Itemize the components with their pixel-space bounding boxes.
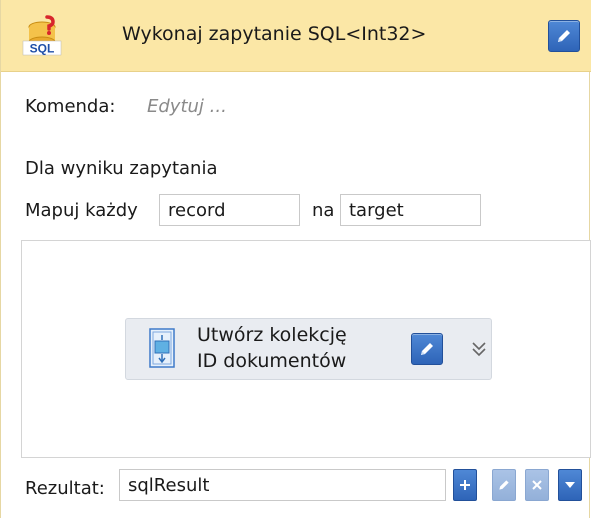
section-label: Dla wyniku zapytania xyxy=(25,158,218,179)
nested-activity-edit-button[interactable] xyxy=(411,333,443,365)
sql-icon-label: SQL xyxy=(30,42,55,56)
activity-header: SQL Wykonaj zapytanie SQL<Int32> xyxy=(1,0,591,72)
nested-activity-title: Utwórz kolekcję ID dokumentów xyxy=(197,322,347,374)
pencil-icon xyxy=(558,30,570,42)
command-edit-link[interactable]: Edytuj ... xyxy=(147,96,227,117)
chevron-down-icon xyxy=(565,482,575,488)
sql-icon: SQL xyxy=(22,15,62,56)
activity-title: Wykonaj zapytanie SQL<Int32> xyxy=(122,23,427,45)
map-each-label: Mapuj każdy xyxy=(25,200,138,221)
activity-designer: SQL Wykonaj zapytanie SQL<Int32> Komenda… xyxy=(0,0,591,518)
dropdown-button[interactable] xyxy=(558,469,582,501)
edit-result-button[interactable] xyxy=(492,469,516,501)
collection-icon xyxy=(149,328,175,368)
expand-chevron-icon[interactable] xyxy=(470,338,488,360)
nested-activity-title-line1: Utwórz kolekcję xyxy=(197,324,347,346)
command-label: Komenda: xyxy=(25,96,116,117)
pencil-icon xyxy=(421,343,433,355)
na-label: na xyxy=(312,200,335,221)
result-input[interactable]: sqlResult xyxy=(119,469,446,501)
nested-activity-title-line2: ID dokumentów xyxy=(197,350,347,372)
edit-button[interactable] xyxy=(548,20,580,52)
target-input[interactable]: target xyxy=(340,194,481,226)
pencil-icon xyxy=(499,480,509,490)
plus-icon xyxy=(460,480,470,490)
delete-button[interactable] xyxy=(525,469,549,501)
item-name-input[interactable]: record xyxy=(159,194,300,226)
result-label: Rezultat: xyxy=(25,478,105,499)
close-icon xyxy=(532,480,542,490)
add-button[interactable] xyxy=(453,469,477,501)
